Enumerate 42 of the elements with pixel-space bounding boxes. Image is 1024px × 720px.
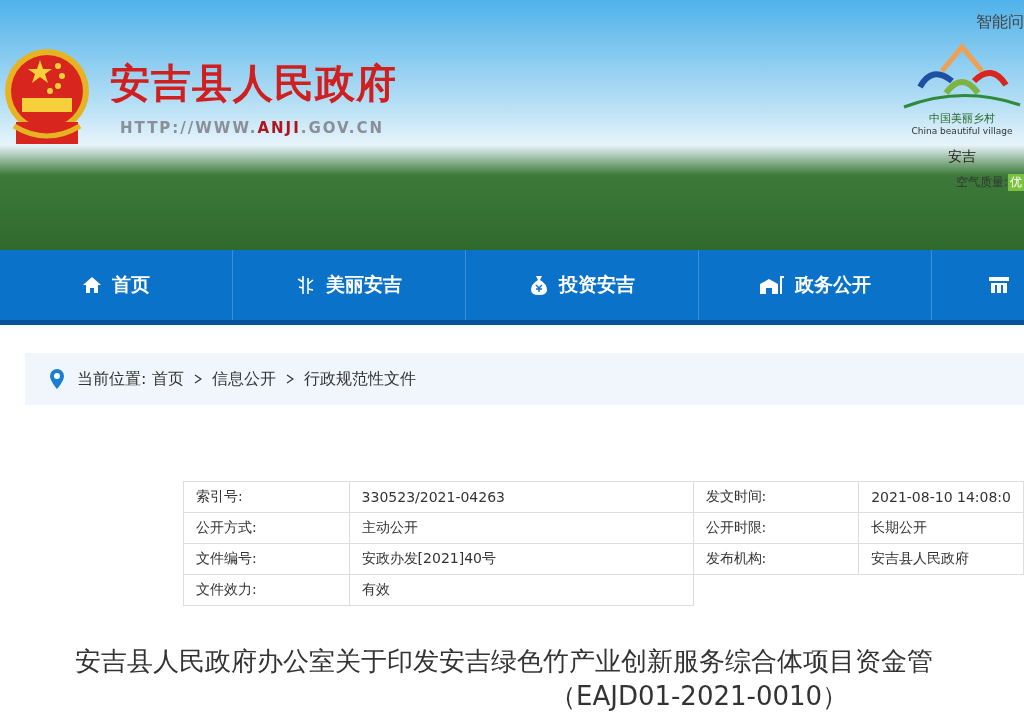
table-cell: 2021-08-10 14:08:0 xyxy=(858,481,1024,513)
town-name: 安吉 xyxy=(948,148,976,166)
bamboo-icon xyxy=(296,274,316,296)
nav-item[interactable]: 美丽安吉 xyxy=(233,250,466,320)
table-cell: 330523/2021-04263 xyxy=(349,481,694,513)
table-cell: 公开方式: xyxy=(183,512,350,544)
air-quality-badge: 优 xyxy=(1008,174,1024,191)
breadcrumb-separator-icon xyxy=(286,374,295,384)
qa-link[interactable]: 智能问 xyxy=(976,12,1024,33)
nav-item[interactable]: 政务公开 xyxy=(699,250,932,320)
logo-subcaption: China beautiful village xyxy=(911,126,1013,136)
breadcrumb-link[interactable]: 首页 xyxy=(152,368,185,390)
nav-item[interactable]: 投资安吉 xyxy=(466,250,699,320)
table-cell: 安政办发[2021]40号 xyxy=(349,543,694,575)
breadcrumb-separator-icon xyxy=(194,374,203,384)
breadcrumb-label: 当前位置: xyxy=(77,368,147,390)
location-pin-icon xyxy=(49,368,65,390)
breadcrumb-link[interactable]: 信息公开 xyxy=(212,368,277,390)
table-cell: 发文时间: xyxy=(693,481,859,513)
table-cell: 发布机构: xyxy=(693,543,859,575)
table-cell: 主动公开 xyxy=(349,512,694,544)
table-cell: 有效 xyxy=(349,574,694,606)
home-icon xyxy=(82,275,102,295)
nav-item[interactable]: 首页 xyxy=(0,250,233,320)
money-bag-icon xyxy=(529,274,549,296)
table-cell: 安吉县人民政府 xyxy=(858,543,1024,575)
document-title: 安吉县人民政府办公室关于印发安吉绿色竹产业创新服务综合体项目资金管 xyxy=(74,645,934,678)
table-cell: 索引号: xyxy=(183,481,350,513)
document-title: （EAJD01-2021-0010） xyxy=(549,680,850,713)
gate-icon xyxy=(988,275,1010,295)
village-logo-icon xyxy=(902,41,1022,111)
emblem-icon xyxy=(2,46,92,146)
site-title: 安吉县人民政府 xyxy=(110,58,397,108)
logo-caption: 中国美丽乡村 xyxy=(929,111,995,126)
table-cell: 长期公开 xyxy=(858,512,1024,544)
table-cell: 公开时限: xyxy=(693,512,859,544)
table-cell: 文件编号: xyxy=(183,543,350,575)
building-flag-icon xyxy=(759,274,785,296)
table-cell: 文件效力: xyxy=(183,574,350,606)
breadcrumb-link[interactable]: 行政规范性文件 xyxy=(304,368,417,390)
air-quality-label: 空气质量: xyxy=(955,174,1008,191)
site-url: HTTP://WWW.ANJI.GOV.CN xyxy=(120,118,386,137)
